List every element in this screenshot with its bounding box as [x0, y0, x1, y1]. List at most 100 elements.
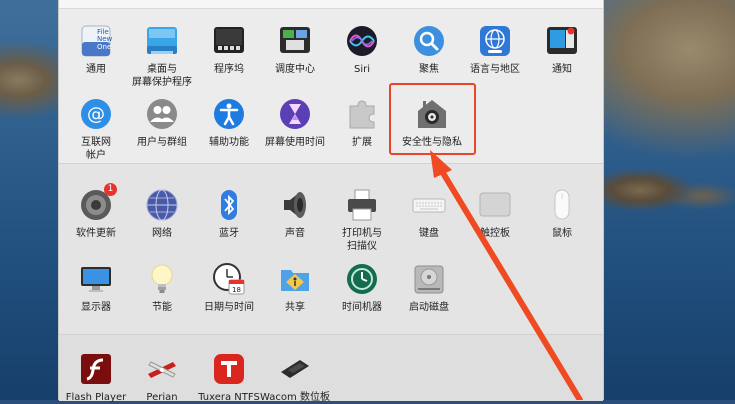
mouse-icon	[545, 188, 579, 222]
users-groups-icon	[145, 97, 179, 131]
pref-label: 鼠标	[552, 228, 572, 239]
pref-mouse[interactable]: 鼠标	[525, 188, 599, 240]
displays-icon	[79, 262, 113, 296]
dock-icon	[212, 24, 246, 58]
printers-scanners-icon	[345, 188, 379, 222]
pref-date-time[interactable]: 18 日期与时间	[192, 262, 266, 314]
pref-notifications[interactable]: 通知	[525, 24, 599, 76]
pref-extensions[interactable]: 扩展	[325, 97, 399, 149]
pref-bluetooth[interactable]: 蓝牙	[192, 188, 266, 240]
pref-label: Siri	[353, 64, 370, 75]
pref-flash-player[interactable]: Flash Player	[59, 352, 133, 404]
pref-energy-saver[interactable]: 节能	[125, 262, 199, 314]
pref-mission-control[interactable]: 调度中心	[258, 24, 332, 76]
pref-label: 共享	[285, 302, 305, 313]
date-time-icon: 18	[212, 262, 246, 296]
pref-accessibility[interactable]: 辅助功能	[192, 97, 266, 149]
energy-saver-icon	[145, 262, 179, 296]
pref-tuxera-ntfs[interactable]: Tuxera NTFS	[192, 352, 266, 404]
pref-desktop-screensaver[interactable]: 桌面与 屏幕保护程序	[125, 24, 199, 89]
pref-siri[interactable]: Siri	[325, 24, 399, 76]
pref-label: 声音	[285, 228, 305, 239]
pref-label: 软件更新	[76, 228, 116, 239]
pref-sharing[interactable]: 共享	[258, 262, 332, 314]
tuxera-ntfs-icon	[212, 352, 246, 386]
pref-keyboard[interactable]: 键盘	[392, 188, 466, 240]
notifications-icon	[545, 24, 579, 58]
svg-text:New: New	[97, 35, 113, 43]
extensions-icon	[345, 97, 379, 131]
pref-label: 互联网 帐户	[81, 137, 111, 161]
pref-label: 日期与时间	[204, 302, 254, 313]
pref-label: 聚焦	[419, 64, 439, 75]
mission-control-icon	[278, 24, 312, 58]
pref-label: 键盘	[419, 228, 439, 239]
window-top-edge	[59, 0, 603, 9]
network-icon	[145, 188, 179, 222]
spotlight-icon	[412, 24, 446, 58]
language-region-icon	[478, 24, 512, 58]
accessibility-icon	[212, 97, 246, 131]
pref-dock[interactable]: 程序坞	[192, 24, 266, 76]
pref-label: 语言与地区	[470, 64, 520, 75]
security-highlight-box	[389, 83, 476, 155]
pref-label: 屏幕使用时间	[265, 137, 325, 148]
pref-label: 程序坞	[214, 64, 244, 75]
system-preferences-window: File New One 通用 桌面与 屏幕保护程序 程序坞 调度中心 Siri…	[58, 0, 604, 403]
desktop-screensaver-icon	[145, 24, 179, 58]
pref-general[interactable]: File New One 通用	[59, 24, 133, 76]
svg-text:One: One	[97, 43, 111, 51]
screen-time-icon	[278, 97, 312, 131]
pref-printers-scanners[interactable]: 打印机与 扫描仪	[325, 188, 399, 253]
pref-label: 辅助功能	[209, 137, 249, 148]
perian-icon	[145, 352, 179, 386]
pref-label: 桌面与 屏幕保护程序	[132, 64, 192, 88]
internet-accounts-icon: @	[79, 97, 113, 131]
pref-label: 显示器	[81, 302, 111, 313]
pref-trackpad[interactable]: 触控板	[458, 188, 532, 240]
update-count-badge: 1	[104, 183, 117, 196]
pref-label: 蓝牙	[219, 228, 239, 239]
pref-startup-disk[interactable]: 启动磁盘	[392, 262, 466, 314]
pref-label: 节能	[152, 302, 172, 313]
siri-icon	[345, 24, 379, 58]
pref-label: 启动磁盘	[409, 302, 449, 313]
sharing-icon	[278, 262, 312, 296]
software-update-icon: 1	[79, 183, 117, 222]
pref-language-region[interactable]: 语言与地区	[458, 24, 532, 76]
svg-text:@: @	[87, 104, 105, 125]
pref-label: Perian	[146, 392, 178, 403]
general-icon: File New One	[79, 24, 113, 58]
pref-displays[interactable]: 显示器	[59, 262, 133, 314]
calendar-date-text: 18	[232, 286, 241, 294]
pref-internet-accounts[interactable]: @ 互联网 帐户	[59, 97, 133, 162]
pref-time-machine[interactable]: 时间机器	[325, 262, 399, 314]
pref-users-groups[interactable]: 用户与群组	[125, 97, 199, 149]
pref-label: Flash Player	[65, 392, 127, 403]
pref-spotlight[interactable]: 聚焦	[392, 24, 466, 76]
pref-label: Wacom 数位板	[260, 392, 330, 403]
pref-label: 用户与群组	[137, 137, 187, 148]
pref-label: 通知	[552, 64, 572, 75]
pref-label: 触控板	[480, 228, 510, 239]
pref-label: 扩展	[352, 137, 372, 148]
pref-screen-time[interactable]: 屏幕使用时间	[258, 97, 332, 149]
wacom-tablet-icon	[278, 352, 312, 386]
flash-player-icon	[79, 352, 113, 386]
pref-network[interactable]: 网络	[125, 188, 199, 240]
trackpad-icon	[478, 188, 512, 222]
pref-label: 时间机器	[342, 302, 382, 313]
startup-disk-icon	[412, 262, 446, 296]
pref-label: 通用	[86, 64, 106, 75]
time-machine-icon	[345, 262, 379, 296]
pref-sound[interactable]: 声音	[258, 188, 332, 240]
pref-perian[interactable]: Perian	[125, 352, 199, 404]
pref-label: 打印机与 扫描仪	[342, 228, 382, 252]
pref-software-update[interactable]: 1 软件更新	[59, 183, 133, 240]
pref-wacom-tablet[interactable]: Wacom 数位板	[258, 352, 332, 404]
sound-icon	[278, 188, 312, 222]
pref-label: 网络	[152, 228, 172, 239]
keyboard-icon	[412, 188, 446, 222]
pref-label: Tuxera NTFS	[198, 392, 260, 403]
pref-label: 调度中心	[275, 64, 315, 75]
